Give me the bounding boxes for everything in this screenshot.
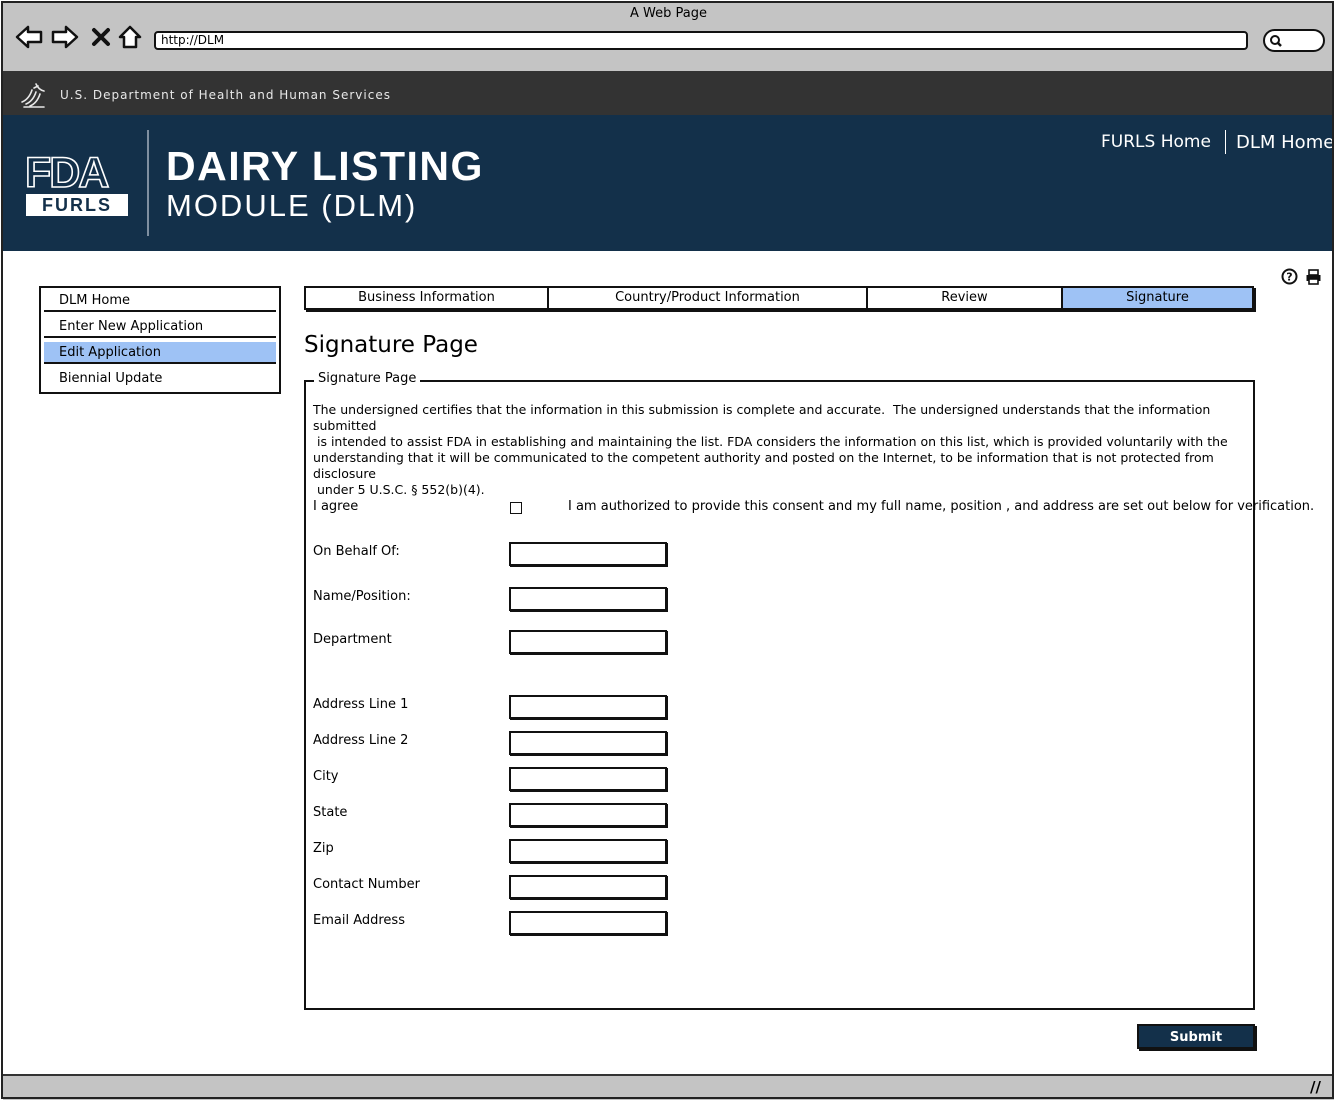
browser-window [1, 1, 1334, 1099]
